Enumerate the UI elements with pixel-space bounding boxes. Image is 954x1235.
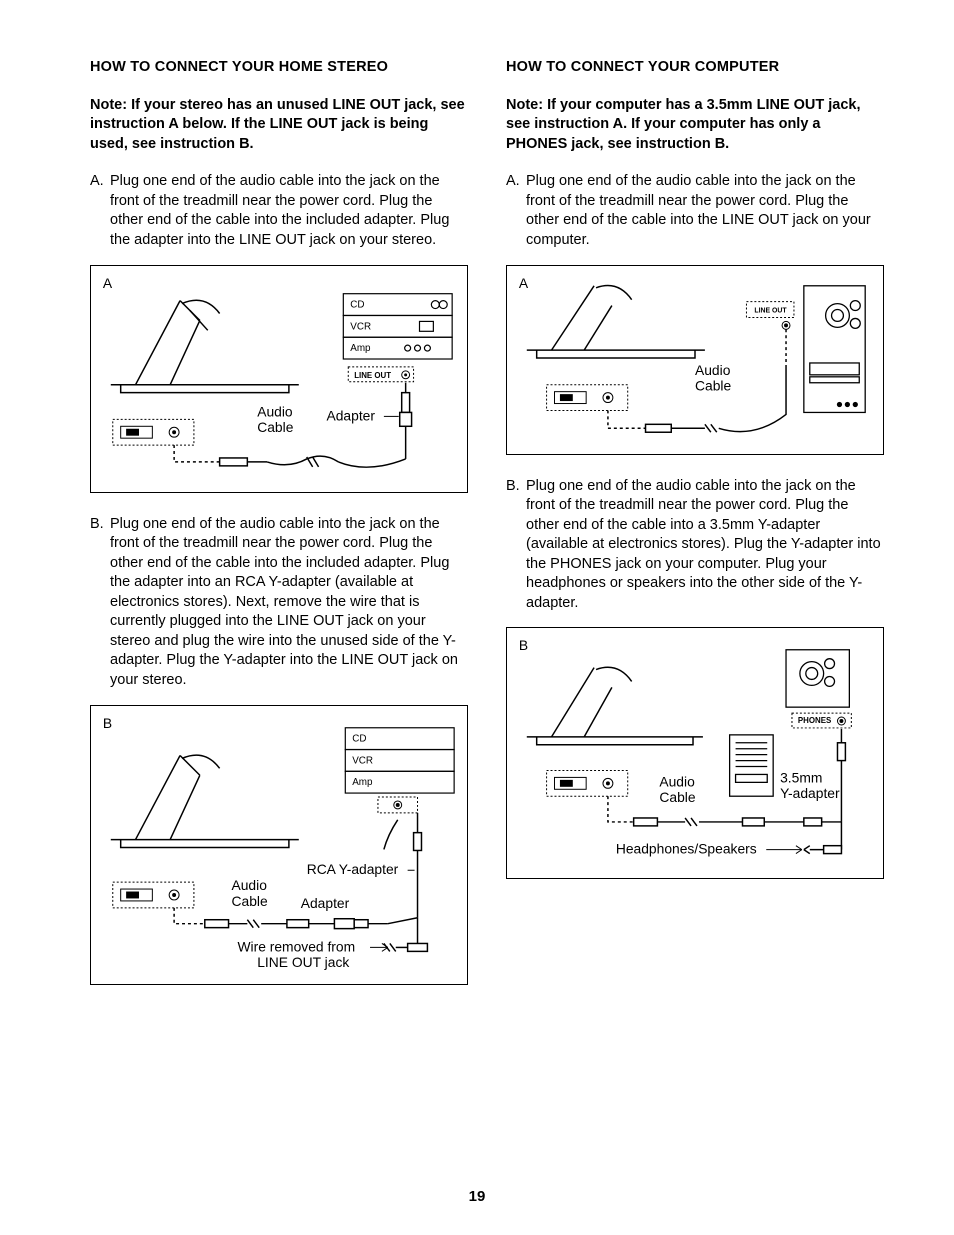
right-figure-b: B [506, 627, 884, 879]
svg-text:Audio: Audio [659, 774, 695, 790]
left-column: HOW TO CONNECT YOUR HOME STEREO Note: If… [90, 58, 468, 1007]
svg-text:LINE OUT: LINE OUT [354, 370, 391, 379]
step-letter: B. [90, 515, 110, 691]
svg-text:B: B [519, 637, 528, 653]
left-step-a: A. Plug one end of the audio cable into … [90, 172, 468, 250]
right-step-a: A. Plug one end of the audio cable into … [506, 172, 884, 250]
svg-text:PHONES: PHONES [798, 716, 831, 725]
left-title: HOW TO CONNECT YOUR HOME STEREO [90, 58, 468, 78]
right-title: HOW TO CONNECT YOUR COMPUTER [506, 58, 884, 78]
right-column: HOW TO CONNECT YOUR COMPUTER Note: If yo… [506, 58, 884, 1007]
step-letter: A. [506, 172, 526, 250]
svg-text:Wire removed from: Wire removed from [237, 938, 355, 954]
svg-text:Audio: Audio [257, 403, 293, 419]
svg-text:CD: CD [352, 733, 366, 744]
svg-text:Audio: Audio [232, 877, 268, 893]
step-body: Plug one end of the audio cable into the… [110, 515, 468, 691]
right-step-b: B. Plug one end of the audio cable into … [506, 477, 884, 614]
svg-text:Adapter: Adapter [301, 894, 350, 910]
svg-text:LINE OUT: LINE OUT [754, 307, 787, 314]
svg-text:B: B [103, 714, 112, 730]
svg-text:Amp: Amp [352, 777, 373, 788]
right-figure-a: A [506, 265, 884, 455]
step-letter: A. [90, 172, 110, 250]
fig-letter: A [103, 274, 113, 290]
left-step-b: B. Plug one end of the audio cable into … [90, 515, 468, 691]
right-note: Note: If your computer has a 3.5mm LINE … [506, 96, 884, 155]
svg-text:Headphones/Speakers: Headphones/Speakers [616, 841, 757, 857]
left-note: Note: If your stereo has an unused LINE … [90, 96, 468, 155]
svg-text:Cable: Cable [659, 790, 695, 806]
step-letter: B. [506, 477, 526, 614]
svg-text:CD: CD [350, 299, 364, 310]
svg-text:LINE OUT jack: LINE OUT jack [257, 954, 349, 970]
svg-text:Adapter: Adapter [326, 407, 375, 423]
svg-text:Cable: Cable [695, 377, 731, 393]
step-body: Plug one end of the audio cable into the… [526, 477, 884, 614]
left-figure-a: A [90, 265, 468, 493]
svg-text:VCR: VCR [350, 321, 371, 332]
svg-text:3.5mm: 3.5mm [780, 770, 822, 786]
svg-text:Cable: Cable [232, 892, 268, 908]
svg-text:A: A [519, 274, 529, 290]
step-body: Plug one end of the audio cable into the… [110, 172, 468, 250]
svg-text:Audio: Audio [695, 361, 731, 377]
page-number: 19 [0, 1187, 954, 1207]
svg-text:Cable: Cable [257, 419, 293, 435]
svg-text:RCA Y-adapter: RCA Y-adapter [307, 861, 399, 877]
svg-text:Amp: Amp [350, 343, 371, 354]
left-figure-b: B CD [90, 705, 468, 985]
step-body: Plug one end of the audio cable into the… [526, 172, 884, 250]
svg-text:Y-adapter: Y-adapter [780, 786, 840, 802]
svg-text:VCR: VCR [352, 755, 373, 766]
